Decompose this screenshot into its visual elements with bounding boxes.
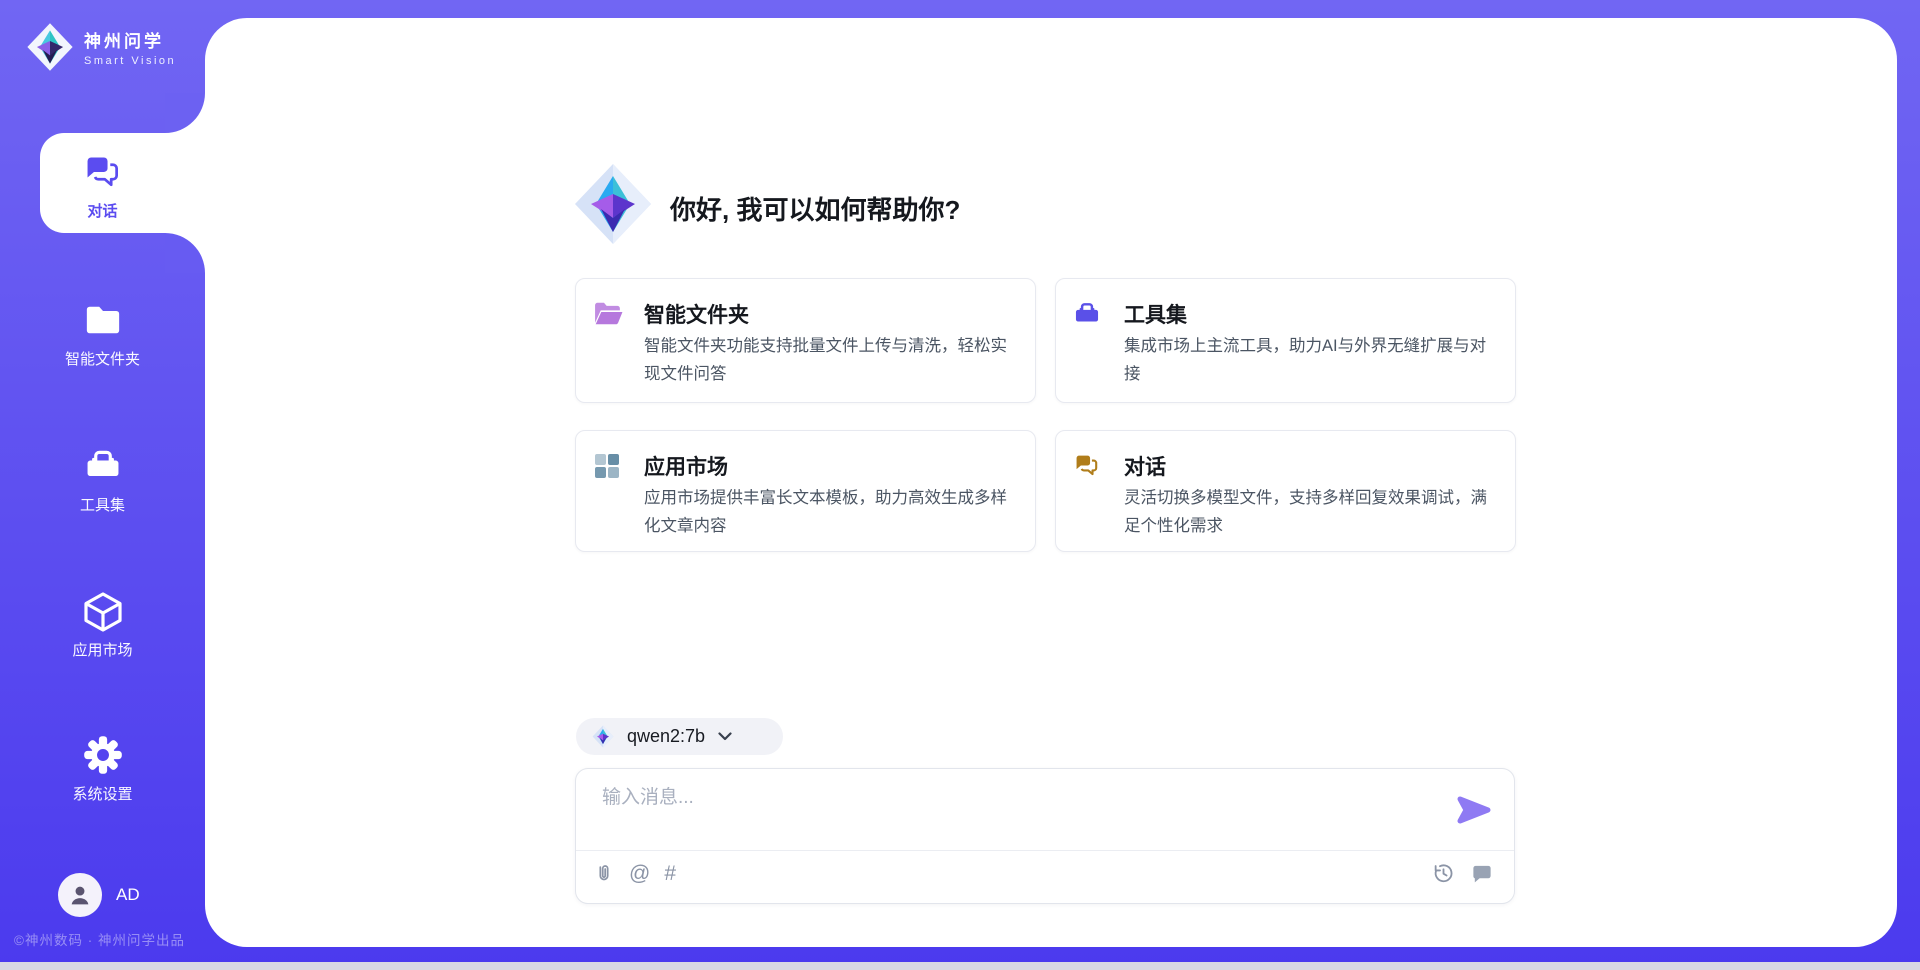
send-button[interactable] <box>1456 795 1492 825</box>
sidebar-item-chat[interactable]: 对话 <box>0 150 205 221</box>
folder-open-icon <box>593 300 624 332</box>
brand-name: 神州问学 <box>84 27 176 52</box>
window-bottom-edge <box>0 962 1920 970</box>
card-description: 灵活切换多模型文件，支持多样回复效果调试，满足个性化需求 <box>1124 484 1489 540</box>
card-app-market[interactable]: 应用市场 应用市场提供丰富长文本模板，助力高效生成多样化文章内容 <box>575 430 1036 552</box>
sidebar-item-toolset[interactable]: 工具集 <box>0 444 205 515</box>
profile-name: AD <box>116 885 140 905</box>
sidebar-item-label: 对话 <box>0 200 205 221</box>
mention-button[interactable]: @ <box>629 862 650 886</box>
copyright-text: ©神州数码 · 神州问学出品 <box>14 929 185 949</box>
model-selector[interactable]: qwen2:7b <box>576 718 783 755</box>
brand-gem-icon <box>26 22 74 72</box>
toolbox-icon <box>0 444 205 488</box>
chat-bubble-icon <box>1470 862 1494 885</box>
sidebar-item-label: 应用市场 <box>0 639 205 660</box>
brand-subtitle: Smart Vision <box>84 55 176 67</box>
card-title: 工具集 <box>1124 299 1187 329</box>
chat-icon <box>1073 452 1101 484</box>
sidebar-item-app-market[interactable]: 应用市场 <box>0 590 205 660</box>
history-icon <box>1432 862 1455 885</box>
card-chat[interactable]: 对话 灵活切换多模型文件，支持多样回复效果调试，满足个性化需求 <box>1055 430 1516 552</box>
chevron-down-icon <box>718 732 732 741</box>
card-title: 应用市场 <box>644 451 728 481</box>
message-input[interactable] <box>602 781 1442 815</box>
toolbox-icon <box>1073 300 1101 332</box>
app-window: 神州问学 Smart Vision 对话 智能文件夹 <box>0 0 1920 970</box>
tab-curve-bottom <box>165 233 205 273</box>
sidebar-item-label: 系统设置 <box>0 783 205 804</box>
card-toolset[interactable]: 工具集 集成市场上主流工具，助力AI与外界无缝扩展与对接 <box>1055 278 1516 403</box>
hashtag-button[interactable]: # <box>664 862 676 886</box>
send-icon <box>1456 795 1492 825</box>
chat-bubble-button[interactable] <box>1470 862 1494 885</box>
folder-icon <box>0 298 205 342</box>
chat-icon <box>0 150 205 194</box>
model-name: qwen2:7b <box>627 726 705 747</box>
user-profile[interactable]: AD <box>58 873 140 917</box>
brand: 神州问学 Smart Vision <box>26 22 176 72</box>
grid-icon <box>593 452 621 485</box>
attach-file-button[interactable] <box>593 862 615 886</box>
card-description: 应用市场提供丰富长文本模板，助力高效生成多样化文章内容 <box>644 484 1009 540</box>
model-gem-icon <box>592 725 614 748</box>
card-title: 对话 <box>1124 451 1166 481</box>
paperclip-icon <box>593 862 615 886</box>
person-icon <box>67 882 93 908</box>
message-composer: @ # <box>575 768 1515 904</box>
tab-curve-top <box>165 93 205 133</box>
sidebar-item-smart-folder[interactable]: 智能文件夹 <box>0 298 205 369</box>
history-button[interactable] <box>1432 862 1455 885</box>
hero-gem-icon <box>572 162 654 251</box>
composer-tools-left: @ # <box>593 862 676 886</box>
composer-tools-right <box>1432 862 1494 885</box>
cube-icon <box>0 590 205 634</box>
feature-cards: 智能文件夹 智能文件夹功能支持批量文件上传与清洗，轻松实现文件问答 工具集 集成… <box>575 278 1516 552</box>
card-smart-folder[interactable]: 智能文件夹 智能文件夹功能支持批量文件上传与清洗，轻松实现文件问答 <box>575 278 1036 403</box>
sidebar-item-label: 智能文件夹 <box>0 348 205 369</box>
card-description: 智能文件夹功能支持批量文件上传与清洗，轻松实现文件问答 <box>644 332 1009 388</box>
composer-divider <box>576 850 1514 851</box>
greeting-heading: 你好, 我可以如何帮助你? <box>670 190 960 227</box>
gear-icon <box>0 733 205 777</box>
card-description: 集成市场上主流工具，助力AI与外界无缝扩展与对接 <box>1124 332 1489 388</box>
sidebar-item-settings[interactable]: 系统设置 <box>0 733 205 804</box>
sidebar-item-label: 工具集 <box>0 494 205 515</box>
avatar <box>58 873 102 917</box>
card-title: 智能文件夹 <box>644 299 749 329</box>
